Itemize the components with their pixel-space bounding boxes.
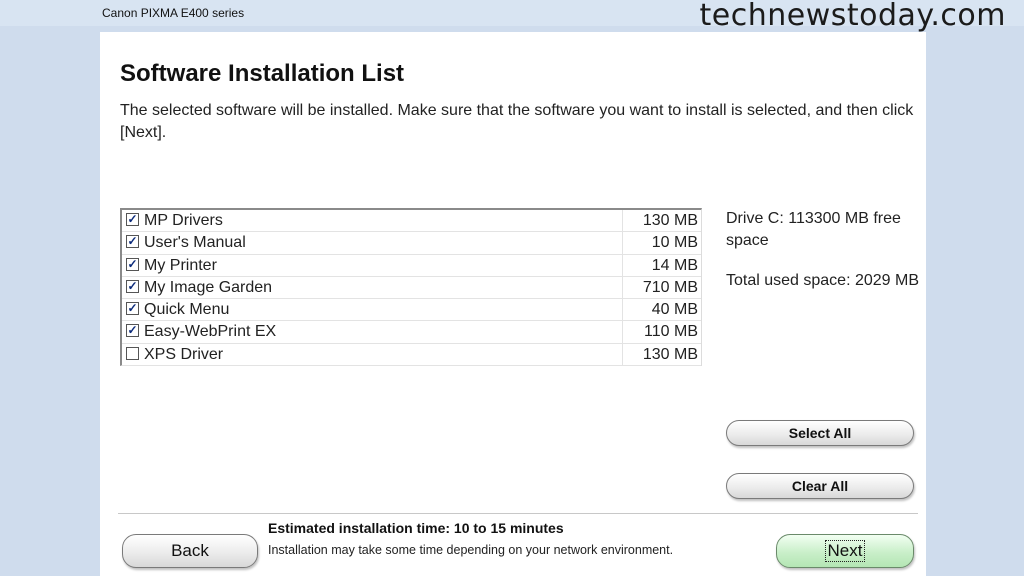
select-all-button[interactable]: Select All	[726, 420, 914, 446]
intro-text: The selected software will be installed.…	[120, 102, 914, 141]
item-size: 14 MB	[651, 256, 698, 274]
estimated-time-text: Estimated installation time: 10 to 15 mi…	[268, 520, 564, 536]
window-title: Canon PIXMA E400 series	[102, 6, 245, 20]
item-size: 10 MB	[651, 234, 698, 252]
item-size-cell: 130 MB	[622, 210, 702, 232]
clear-all-button[interactable]: Clear All	[726, 473, 914, 499]
checkbox-checked[interactable]: ✓	[126, 235, 139, 249]
checkbox-checked[interactable]: ✓	[126, 257, 139, 271]
item-size-cell: 40 MB	[622, 299, 702, 321]
checkbox-unchecked[interactable]	[126, 346, 139, 360]
item-size-cell: 14 MB	[622, 254, 702, 276]
item-size-cell: 130 MB	[622, 343, 702, 366]
item-name: User's Manual	[144, 234, 246, 252]
checkbox-checked[interactable]: ✓	[126, 324, 139, 338]
item-size: 110 MB	[644, 323, 698, 341]
next-button[interactable]: Next	[776, 534, 914, 568]
back-button[interactable]: Back	[122, 534, 258, 568]
item-size: 130 MB	[642, 212, 698, 229]
item-name: My Image Garden	[144, 278, 273, 296]
installer-window: Software Installation List The selected …	[100, 32, 926, 576]
list-item[interactable]: ✓ My Printer 14 MB	[122, 254, 702, 277]
list-item[interactable]: ✓ Easy-WebPrint EX 110 MB	[122, 321, 702, 344]
checkbox-checked[interactable]: ✓	[126, 302, 139, 316]
list-item[interactable]: ✓ My Image Garden 710 MB	[122, 276, 702, 300]
list-item[interactable]: ✓ Quick Menu 40 MB	[122, 299, 702, 322]
item-size: 710 MB	[642, 278, 698, 296]
item-size-cell: 110 MB	[622, 321, 702, 343]
item-name: XPS Driver	[144, 345, 224, 363]
used-space-text: Total used space: 2029 MB	[726, 272, 920, 289]
item-name: Quick Menu	[144, 301, 230, 319]
item-name: Easy-WebPrint EX	[144, 323, 277, 341]
item-size: 130 MB	[642, 345, 698, 363]
item-name: My Printer	[144, 256, 217, 274]
item-name: MP Drivers	[144, 212, 223, 229]
list-item[interactable]: ✓ MP Drivers 130 MB	[122, 210, 702, 233]
free-space-text: Drive C: 113300 MB free space	[726, 210, 901, 249]
checkbox-checked[interactable]: ✓	[126, 213, 139, 226]
software-list: ✓ MP Drivers 130 MB ✓ User's Manual 10 MB ✓ My …	[120, 208, 702, 367]
checkbox-checked[interactable]: ✓	[126, 279, 139, 293]
item-size-cell: 10 MB	[622, 232, 702, 254]
item-size: 40 MB	[651, 301, 698, 319]
next-button-label: Next	[824, 540, 866, 562]
footer-divider	[118, 513, 918, 514]
network-note-text: Installation may take some time dependin…	[268, 543, 674, 557]
page-title: Software Installation List	[120, 60, 405, 87]
list-item[interactable]: ✓ User's Manual 10 MB	[122, 232, 702, 255]
watermark: technewstoday.com	[699, 0, 1006, 33]
item-size-cell: 710 MB	[622, 276, 702, 299]
list-item[interactable]: XPS Driver 130 MB	[122, 343, 702, 367]
